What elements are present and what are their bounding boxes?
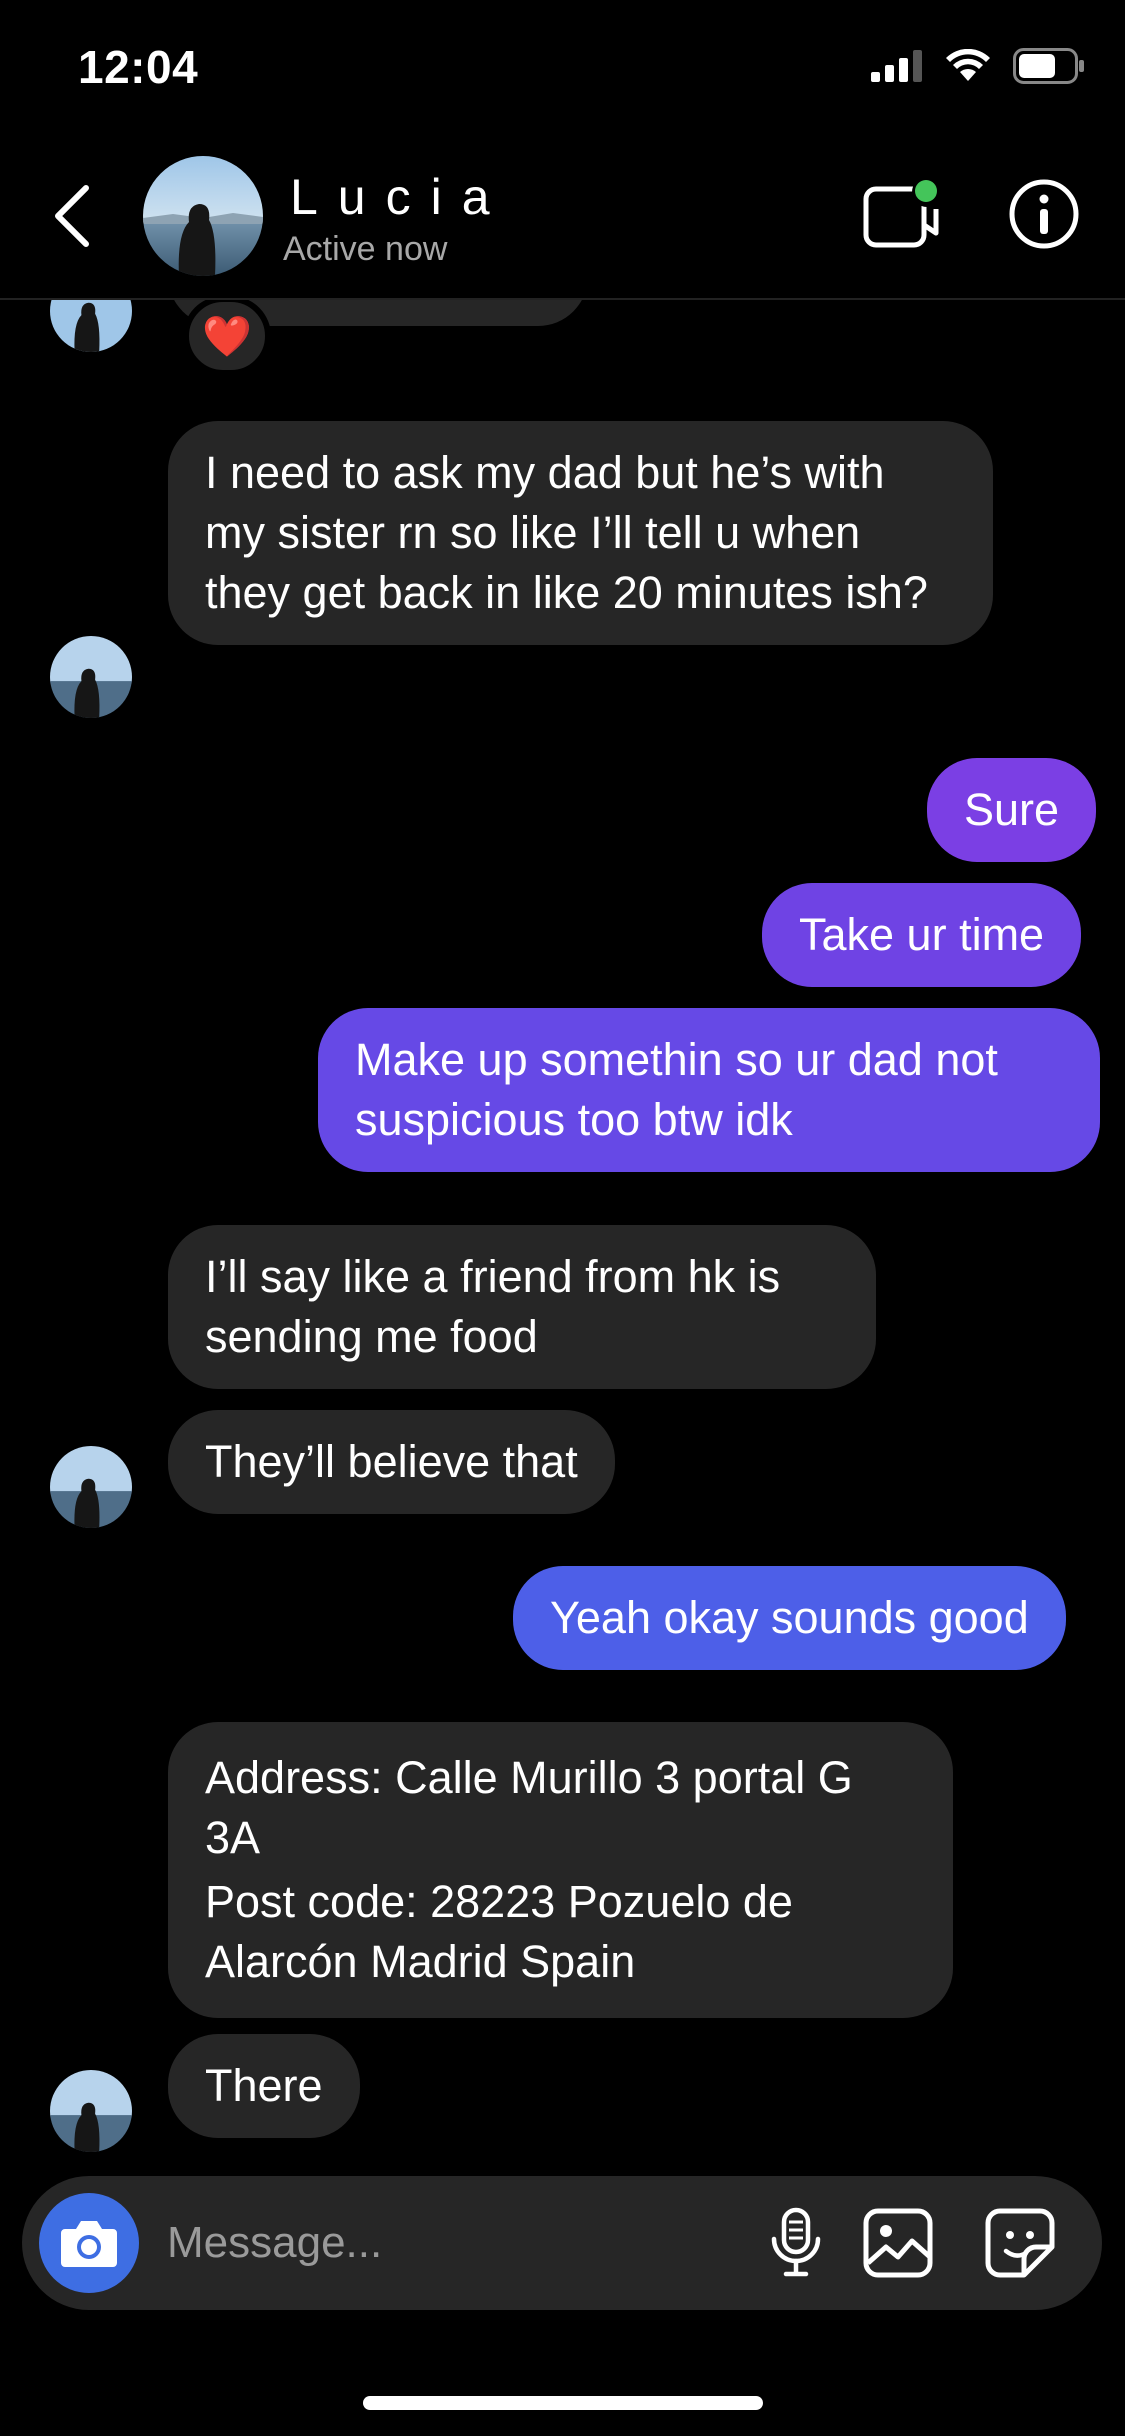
incoming-message[interactable]: Address: Calle Murillo 3 portal G 3A Pos… [168,1722,953,2018]
outgoing-message[interactable]: Make up somethin so ur dad not suspiciou… [318,1008,1100,1172]
incoming-message[interactable]: I need to ask my dad but he’s with my si… [168,421,993,645]
camera-button[interactable] [39,2193,139,2293]
video-call-button[interactable] [862,175,942,255]
active-status: Active now [283,230,448,268]
gallery-button[interactable] [858,2203,938,2283]
incoming-message[interactable]: There [168,2034,360,2138]
chevron-left-icon [55,185,89,247]
status-time: 12:04 [78,41,199,93]
wifi-icon [946,49,990,81]
sender-avatar [50,636,132,718]
info-icon [1009,179,1079,249]
incoming-message[interactable]: They’ll believe that [168,1410,615,1514]
outgoing-message[interactable]: Take ur time [762,883,1082,987]
chat-header: Lucia Active now [0,140,1125,300]
message-composer [22,2176,1102,2310]
incoming-message[interactable]: I’ll say like a friend from hk is sendin… [168,1225,876,1389]
dm-screen: 12:04 Lucia Active now ❤️ I need to ask … [0,0,1125,2436]
outgoing-message[interactable]: Yeah okay sounds good [513,1566,1066,1670]
home-indicator[interactable] [363,2396,763,2410]
contact-name[interactable]: Lucia [290,168,510,226]
sticker-button[interactable] [980,2203,1060,2283]
battery-icon [1013,48,1084,84]
avatar-photo [143,156,263,276]
heart-reaction[interactable]: ❤️ [183,300,271,376]
microphone-icon [771,2207,821,2277]
video-call-icon [863,177,942,248]
sender-avatar [50,1446,132,1528]
voice-message-button[interactable] [756,2203,836,2283]
cellular-signal-icon [871,50,922,82]
status-icons [871,48,1085,84]
heart-icon: ❤️ [202,314,252,359]
camera-icon [61,2221,117,2267]
status-bar: 12:04 [0,0,1125,140]
sender-avatar [50,2070,132,2152]
contact-avatar[interactable] [143,156,263,276]
info-button[interactable] [1008,178,1080,250]
sender-avatar [50,300,132,352]
outgoing-message[interactable]: Sure [927,758,1097,862]
message-input[interactable] [167,2206,727,2280]
message-thread[interactable]: ❤️ I need to ask my dad but he’s with my… [0,300,1125,2170]
sticker-icon [985,2208,1055,2278]
image-icon [863,2208,933,2278]
back-button[interactable] [42,176,102,256]
